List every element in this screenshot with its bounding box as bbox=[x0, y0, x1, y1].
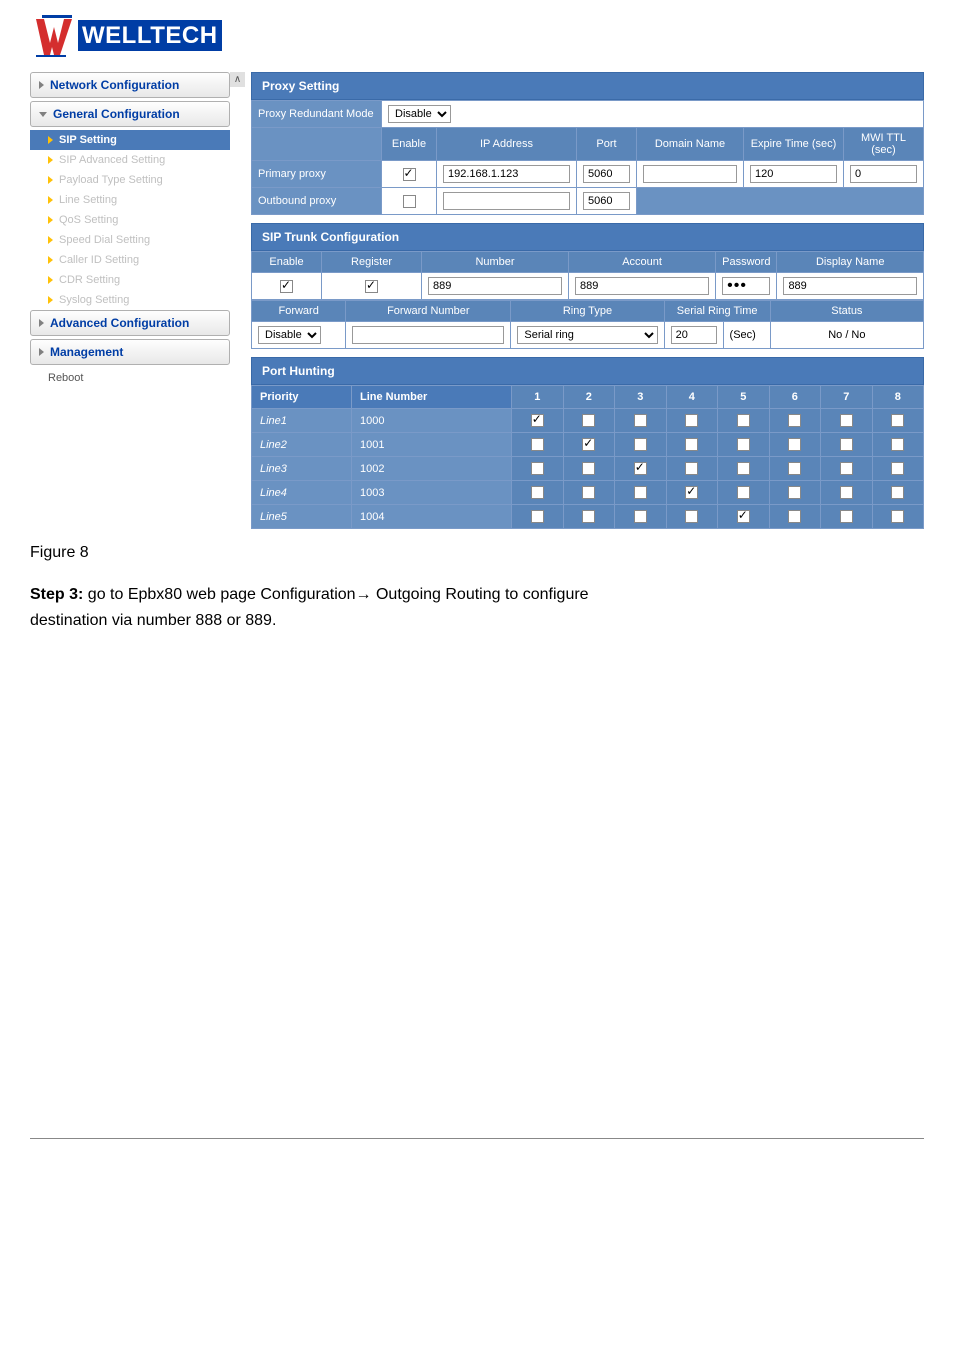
nav-general-configuration[interactable]: General Configuration bbox=[30, 101, 230, 127]
hunting-checkbox[interactable] bbox=[582, 438, 595, 451]
nav-line-setting[interactable]: Line Setting bbox=[30, 190, 230, 210]
outbound-ip-input[interactable] bbox=[443, 192, 570, 210]
hunting-checkbox[interactable] bbox=[634, 486, 647, 499]
hunting-line-number: 1004 bbox=[352, 505, 512, 529]
trunk-status: No / No bbox=[770, 322, 923, 349]
hunting-checkbox[interactable] bbox=[737, 462, 750, 475]
hunting-checkbox[interactable] bbox=[788, 414, 801, 427]
hunting-checkbox[interactable] bbox=[634, 438, 647, 451]
nav-network-configuration[interactable]: Network Configuration bbox=[30, 72, 230, 98]
nav-caller-id-setting[interactable]: Caller ID Setting bbox=[30, 250, 230, 270]
trunk-enable-checkbox[interactable] bbox=[280, 280, 293, 293]
nav-sip-setting[interactable]: SIP Setting bbox=[30, 130, 230, 150]
port-hunting-header: Port Hunting bbox=[251, 357, 924, 385]
primary-expire-input[interactable] bbox=[750, 165, 837, 183]
trunk-password-input[interactable]: ••• bbox=[722, 277, 770, 295]
hunting-line-number: 1003 bbox=[352, 481, 512, 505]
sip-trunk-header: SIP Trunk Configuration bbox=[251, 223, 924, 251]
trunk-account-input[interactable] bbox=[575, 277, 709, 295]
nav-payload-type-setting[interactable]: Payload Type Setting bbox=[30, 170, 230, 190]
primary-mwi-input[interactable] bbox=[850, 165, 917, 183]
trunk-register-checkbox[interactable] bbox=[365, 280, 378, 293]
hunting-checkbox[interactable] bbox=[634, 510, 647, 523]
hunting-checkbox[interactable] bbox=[531, 414, 544, 427]
hunting-checkbox[interactable] bbox=[840, 462, 853, 475]
hunting-checkbox[interactable] bbox=[840, 510, 853, 523]
hunting-checkbox[interactable] bbox=[634, 414, 647, 427]
figure-caption: Figure 8 bbox=[0, 529, 954, 577]
hunting-checkbox[interactable] bbox=[737, 510, 750, 523]
primary-port-input[interactable] bbox=[583, 165, 630, 183]
hunting-row-label: Line1 bbox=[252, 409, 352, 433]
hunting-line-number: 1002 bbox=[352, 457, 512, 481]
nav-management[interactable]: Management bbox=[30, 339, 230, 365]
hunting-checkbox[interactable] bbox=[891, 510, 904, 523]
proxy-redundant-select[interactable]: Disable bbox=[388, 105, 451, 123]
hunting-checkbox[interactable] bbox=[582, 462, 595, 475]
hunting-checkbox[interactable] bbox=[634, 462, 647, 475]
hunting-row-label: Line3 bbox=[252, 457, 352, 481]
nav-speed-dial-setting[interactable]: Speed Dial Setting bbox=[30, 230, 230, 250]
trunk-display-input[interactable] bbox=[783, 277, 917, 295]
hunting-checkbox[interactable] bbox=[737, 414, 750, 427]
hunting-checkbox[interactable] bbox=[891, 486, 904, 499]
serial-ring-time-input[interactable] bbox=[671, 326, 717, 344]
primary-domain-input[interactable] bbox=[643, 165, 737, 183]
nav-advanced-configuration[interactable]: Advanced Configuration bbox=[30, 310, 230, 336]
logo-text: WELLTECH bbox=[78, 20, 222, 51]
hunting-checkbox[interactable] bbox=[840, 414, 853, 427]
hunting-checkbox[interactable] bbox=[840, 438, 853, 451]
hunting-checkbox[interactable] bbox=[840, 486, 853, 499]
hunting-checkbox[interactable] bbox=[685, 486, 698, 499]
outbound-enable-checkbox[interactable] bbox=[403, 195, 416, 208]
hunting-checkbox[interactable] bbox=[737, 486, 750, 499]
hunting-line-number: 1001 bbox=[352, 433, 512, 457]
hunting-checkbox[interactable] bbox=[891, 414, 904, 427]
hunting-checkbox[interactable] bbox=[531, 462, 544, 475]
hunting-row-label: Line4 bbox=[252, 481, 352, 505]
hunting-row-label: Line2 bbox=[252, 433, 352, 457]
hunting-checkbox[interactable] bbox=[788, 486, 801, 499]
outbound-port-input[interactable] bbox=[583, 192, 630, 210]
hunting-checkbox[interactable] bbox=[531, 438, 544, 451]
primary-enable-checkbox[interactable] bbox=[403, 168, 416, 181]
nav-sip-advanced-setting[interactable]: SIP Advanced Setting bbox=[30, 150, 230, 170]
port-hunting-table: Priority Line Number 1 2 3 4 5 6 7 8 Lin… bbox=[251, 385, 924, 529]
hunting-checkbox[interactable] bbox=[788, 510, 801, 523]
hunting-line-number: 1000 bbox=[352, 409, 512, 433]
proxy-redundant-label: Proxy Redundant Mode bbox=[252, 101, 382, 128]
sidebar: Network Configuration General Configurat… bbox=[30, 72, 245, 529]
hunting-checkbox[interactable] bbox=[788, 438, 801, 451]
hunting-checkbox[interactable] bbox=[891, 438, 904, 451]
nav-reboot[interactable]: Reboot bbox=[30, 368, 230, 388]
hunting-checkbox[interactable] bbox=[685, 462, 698, 475]
hunting-checkbox[interactable] bbox=[891, 462, 904, 475]
hunting-checkbox[interactable] bbox=[531, 510, 544, 523]
hunting-checkbox[interactable] bbox=[685, 510, 698, 523]
nav-syslog-setting[interactable]: Syslog Setting bbox=[30, 290, 230, 310]
logo: WELLTECH bbox=[30, 15, 924, 57]
hunting-checkbox[interactable] bbox=[788, 462, 801, 475]
step-text: Step 3: go to Epbx80 web page Configurat… bbox=[0, 577, 954, 638]
hunting-checkbox[interactable] bbox=[582, 414, 595, 427]
nav-qos-setting[interactable]: QoS Setting bbox=[30, 210, 230, 230]
forward-number-input[interactable] bbox=[352, 326, 504, 344]
primary-ip-input[interactable] bbox=[443, 165, 570, 183]
hunting-checkbox[interactable] bbox=[685, 414, 698, 427]
forward-select[interactable]: Disable bbox=[258, 326, 321, 344]
footer-divider bbox=[30, 1138, 924, 1139]
hunting-checkbox[interactable] bbox=[582, 486, 595, 499]
hunting-checkbox[interactable] bbox=[531, 486, 544, 499]
scroll-up-caret[interactable]: ∧ bbox=[230, 72, 245, 87]
hunting-checkbox[interactable] bbox=[737, 438, 750, 451]
ring-type-select[interactable]: Serial ring bbox=[517, 326, 657, 344]
trunk-number-input[interactable] bbox=[428, 277, 562, 295]
hunting-checkbox[interactable] bbox=[685, 438, 698, 451]
hunting-checkbox[interactable] bbox=[582, 510, 595, 523]
proxy-setting-header: Proxy Setting bbox=[251, 72, 924, 100]
hunting-row-label: Line5 bbox=[252, 505, 352, 529]
nav-cdr-setting[interactable]: CDR Setting bbox=[30, 270, 230, 290]
